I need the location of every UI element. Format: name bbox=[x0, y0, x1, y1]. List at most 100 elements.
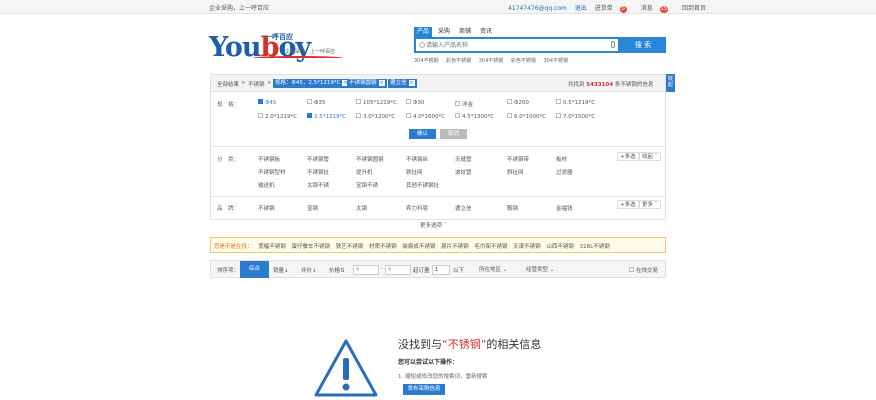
site-logo[interactable]: Youboy 一呼百应 企业采购，上一呼百应 bbox=[209, 30, 343, 63]
brand-option[interactable]: 鞍钢 bbox=[507, 204, 518, 212]
brand-multi-select-button[interactable]: +多选 bbox=[617, 200, 639, 209]
close-icon[interactable]: × bbox=[408, 80, 415, 86]
checkbox[interactable] bbox=[556, 113, 561, 118]
spec-option[interactable]: 6.0*1000*C bbox=[507, 113, 546, 120]
user-email-link[interactable]: 41747476@qq.com bbox=[508, 5, 567, 12]
spec-option[interactable]: 7.0*1500*C bbox=[556, 113, 595, 120]
search-input[interactable] bbox=[426, 40, 606, 51]
filter-tag-category[interactable]: 不锈钢圆钢 × bbox=[347, 79, 387, 88]
category-option[interactable]: 斜扯网 bbox=[507, 168, 524, 176]
spec-option[interactable]: 105*1219*C bbox=[356, 99, 397, 106]
checkbox[interactable] bbox=[258, 113, 263, 118]
checkbox[interactable] bbox=[356, 99, 361, 104]
breadcrumb-all[interactable]: 全部结果 bbox=[217, 80, 239, 88]
category-option[interactable]: 波纹管 bbox=[455, 168, 472, 176]
price-max-input[interactable]: ¥ bbox=[385, 265, 411, 275]
checkbox[interactable] bbox=[556, 99, 561, 104]
suggestion-link[interactable]: 宽幅不锈钢 bbox=[258, 244, 286, 250]
moq-input[interactable]: 1 bbox=[432, 265, 450, 275]
collapse-side-tab[interactable]: 收起 bbox=[666, 74, 675, 92]
category-option[interactable]: 板材 bbox=[556, 155, 567, 163]
category-option[interactable]: 宝钢不锈 bbox=[356, 181, 378, 189]
category-collapse-button[interactable]: 收起 ˆ bbox=[639, 152, 661, 161]
home-link[interactable]: 回到首页 bbox=[682, 5, 706, 12]
category-option[interactable]: 无缝管 bbox=[455, 155, 472, 163]
brand-more-button[interactable]: 更多 ˇ bbox=[639, 200, 661, 209]
category-multi-select-button[interactable]: +多选 bbox=[617, 152, 639, 161]
suggestion-link[interactable]: 毛巾架不锈钢 bbox=[474, 244, 507, 250]
hot-keyword[interactable]: 彩色不锈钢 bbox=[511, 58, 536, 64]
checkbox[interactable] bbox=[507, 99, 512, 104]
hot-keyword[interactable]: 304不锈钢 bbox=[479, 58, 504, 64]
microphone-icon[interactable] bbox=[611, 41, 615, 48]
suggestion-link[interactable]: 316L不锈钢 bbox=[580, 244, 610, 250]
spec-option[interactable]: 2.5*1219*C bbox=[307, 113, 346, 120]
brand-option[interactable]: 金福钱 bbox=[556, 204, 573, 212]
checkbox[interactable] bbox=[307, 99, 312, 104]
sort-rating-button[interactable]: 评价↓ bbox=[301, 266, 317, 274]
more-options-toggle[interactable]: 更多选项 ˇ bbox=[420, 221, 447, 229]
confirm-button[interactable]: 确认 bbox=[409, 129, 436, 139]
checkbox[interactable] bbox=[406, 113, 411, 118]
logout-link[interactable]: 退出 bbox=[575, 5, 587, 12]
brand-option[interactable]: 德立信 bbox=[455, 204, 472, 212]
category-option[interactable]: 太钢不锈 bbox=[307, 181, 329, 189]
search-tab-shop[interactable]: 商铺 bbox=[456, 27, 474, 37]
suggestion-link[interactable]: 蛋仔餐车不锈钢 bbox=[292, 244, 331, 250]
checkbox[interactable] bbox=[455, 113, 460, 118]
search-button[interactable]: 搜 索 bbox=[620, 37, 666, 53]
search-tab-product[interactable]: 产品 bbox=[414, 27, 433, 37]
spec-option[interactable]: Φ200 bbox=[507, 99, 529, 106]
suggestion-link[interactable]: 材质不锈钢 bbox=[369, 244, 397, 250]
price-min-input[interactable]: ¥ bbox=[353, 265, 379, 275]
category-option[interactable]: 过滤器 bbox=[556, 168, 573, 176]
sort-sales-button[interactable]: 销量↓ bbox=[273, 266, 289, 274]
brand-option[interactable]: 太钢 bbox=[356, 204, 367, 212]
category-option[interactable]: 铁扯网 bbox=[406, 168, 423, 176]
cancel-button[interactable]: 取消 bbox=[440, 129, 467, 139]
online-trade-toggle[interactable]: 在线交易 bbox=[629, 266, 658, 274]
spec-option[interactable]: Φ35 bbox=[307, 99, 325, 106]
checkbox[interactable] bbox=[406, 99, 411, 104]
hot-keyword[interactable]: 彩色不锈钢 bbox=[446, 58, 471, 64]
hot-keyword[interactable]: 304不锈钢 bbox=[544, 58, 569, 64]
checkbox-checked[interactable] bbox=[307, 113, 312, 118]
suggestion-link[interactable]: 山西不锈钢 bbox=[546, 244, 574, 250]
checkbox[interactable] bbox=[629, 267, 634, 272]
hot-keyword[interactable]: 304不锈钢 bbox=[414, 58, 439, 64]
category-option[interactable]: 不锈钢型材 bbox=[258, 168, 286, 176]
spec-option[interactable]: 4.0*1600*C bbox=[406, 113, 445, 120]
filter-tag-brand[interactable]: 德立信 × bbox=[388, 79, 417, 88]
purchase-list-link[interactable]: 进货单 0 bbox=[595, 5, 633, 13]
filter-tag-spec[interactable]: 规格：Φ45，2.5*1219*C × bbox=[273, 79, 351, 88]
search-tab-news[interactable]: 资讯 bbox=[477, 27, 495, 37]
category-option[interactable]: 不锈钢丝 bbox=[406, 155, 428, 163]
spec-option[interactable]: 0.5*1219*C bbox=[556, 99, 595, 106]
checkbox[interactable] bbox=[507, 113, 512, 118]
category-option[interactable]: 不锈钢管 bbox=[307, 155, 329, 163]
category-option[interactable]: 其他不锈钢扯 bbox=[406, 181, 439, 189]
suggestion-link[interactable]: 扁片不锈钢 bbox=[441, 244, 469, 250]
spec-option[interactable]: Φ30 bbox=[406, 99, 424, 106]
checkbox-checked[interactable] bbox=[258, 99, 263, 104]
category-option[interactable]: 不锈钢带 bbox=[507, 155, 529, 163]
search-tab-purchase[interactable]: 采购 bbox=[435, 27, 453, 37]
suggestion-link[interactable]: 天津不锈钢 bbox=[513, 244, 541, 250]
close-icon[interactable]: × bbox=[378, 80, 385, 86]
spec-option[interactable]: 洋金 bbox=[455, 100, 473, 108]
business-type-dropdown[interactable]: 经营类型 ⌄ bbox=[526, 265, 554, 275]
messages-link[interactable]: 消息 15 bbox=[641, 5, 674, 13]
checkbox[interactable] bbox=[455, 101, 460, 106]
spec-option[interactable]: 3.0*1200*C bbox=[356, 113, 395, 120]
suggestion-link[interactable]: 铁艺不锈钢 bbox=[336, 244, 364, 250]
category-option[interactable]: 不锈钢圆钢 bbox=[356, 155, 384, 163]
brand-option[interactable]: 不锈钢 bbox=[258, 204, 275, 212]
brand-option[interactable]: 宝钢 bbox=[307, 204, 318, 212]
sort-price-button[interactable]: 价格⇅ bbox=[329, 266, 345, 274]
spec-option[interactable]: Φ45 bbox=[258, 99, 276, 106]
category-option[interactable]: 不锈钢扯 bbox=[307, 168, 329, 176]
spec-option[interactable]: 4.5*1300*C bbox=[455, 113, 494, 120]
checkbox[interactable] bbox=[356, 113, 361, 118]
brand-option[interactable]: 宾力科恩 bbox=[406, 204, 428, 212]
category-option[interactable]: 不锈钢板 bbox=[258, 155, 280, 163]
